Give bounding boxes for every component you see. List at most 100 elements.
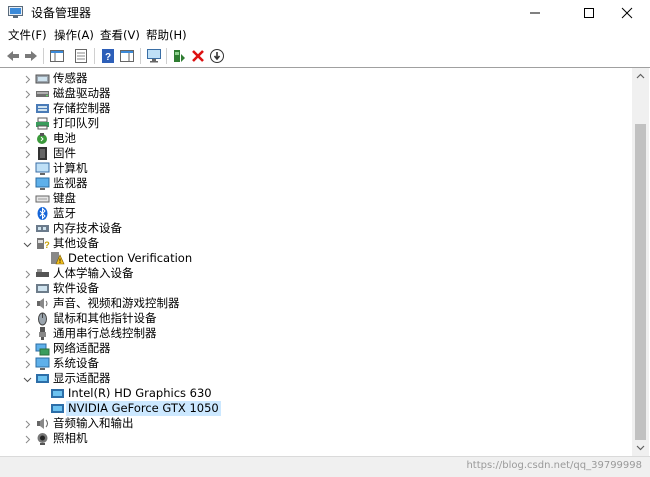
collapse-chevron-icon[interactable]	[23, 374, 32, 383]
device-item[interactable]: Intel(R) HD Graphics 630	[0, 386, 620, 401]
device-category[interactable]: 通用串行总线控制器	[0, 326, 620, 341]
update-driver-button[interactable]	[170, 47, 188, 65]
disable-device-icon	[210, 49, 224, 63]
forward-button[interactable]	[22, 47, 40, 65]
device-label: 监视器	[53, 176, 88, 190]
device-label: 传感器	[53, 71, 88, 85]
device-label: 网络适配器	[53, 341, 111, 355]
expand-chevron-icon[interactable]	[23, 299, 31, 309]
title-bar: 设备管理器	[0, 0, 650, 26]
collapse-chevron-icon[interactable]	[23, 239, 32, 248]
camera-icon	[35, 431, 50, 446]
expand-chevron-icon[interactable]	[23, 284, 31, 294]
back-button[interactable]	[4, 47, 22, 65]
device-label: 存储控制器	[53, 101, 111, 115]
properties-icon	[75, 49, 87, 63]
expand-chevron-icon[interactable]	[23, 224, 31, 234]
device-category[interactable]: 传感器	[0, 71, 620, 86]
device-label: 内存技术设备	[53, 221, 122, 235]
device-category[interactable]: 固件	[0, 146, 620, 161]
scan-hardware-button[interactable]	[145, 47, 163, 65]
expand-chevron-icon[interactable]	[23, 164, 31, 174]
device-category[interactable]: 磁盘驱动器	[0, 86, 620, 101]
device-item[interactable]: ! Detection Verification	[0, 251, 620, 266]
mouse-icon	[35, 311, 50, 326]
expand-chevron-icon[interactable]	[23, 269, 31, 279]
expand-chevron-icon[interactable]	[23, 209, 31, 219]
device-category[interactable]: 软件设备	[0, 281, 620, 296]
maximize-icon	[584, 8, 594, 18]
device-category[interactable]: 声音、视频和游戏控制器	[0, 296, 620, 311]
menu-help[interactable]: 帮助(H)	[146, 28, 187, 43]
usb-icon	[35, 326, 50, 341]
memory-device-icon	[35, 221, 50, 236]
expand-chevron-icon[interactable]	[23, 359, 31, 369]
device-label: 鼠标和其他指针设备	[53, 311, 157, 325]
device-category[interactable]: 计算机	[0, 161, 620, 176]
device-label: 计算机	[53, 161, 88, 175]
device-label: 人体学输入设备	[53, 266, 134, 280]
expand-chevron-icon[interactable]	[23, 344, 31, 354]
help-button[interactable]: ?	[99, 47, 117, 65]
device-category[interactable]: 键盘	[0, 191, 620, 206]
expand-chevron-icon[interactable]	[23, 179, 31, 189]
vertical-scrollbar[interactable]	[632, 68, 649, 456]
toolbar-separator	[140, 48, 141, 64]
action-pane-button[interactable]	[118, 47, 136, 65]
device-category[interactable]: 显示适配器	[0, 371, 620, 386]
disable-device-button[interactable]	[208, 47, 226, 65]
expand-chevron-icon[interactable]	[23, 134, 31, 144]
device-category[interactable]: 网络适配器	[0, 341, 620, 356]
expand-chevron-icon[interactable]	[23, 149, 31, 159]
minimize-button[interactable]	[512, 0, 558, 26]
device-category[interactable]: 电池	[0, 131, 620, 146]
close-button[interactable]	[604, 0, 650, 26]
device-category[interactable]: ? 其他设备	[0, 236, 620, 251]
scroll-down-arrow-icon	[636, 445, 645, 451]
menu-file[interactable]: 文件(F)	[8, 28, 47, 43]
device-label: Intel(R) HD Graphics 630	[68, 386, 212, 400]
scan-hardware-changes-icon	[147, 49, 161, 63]
expand-chevron-icon[interactable]	[23, 74, 31, 84]
help-icon: ?	[102, 49, 114, 63]
device-category[interactable]: 存储控制器	[0, 101, 620, 116]
properties-button[interactable]	[72, 47, 90, 65]
scroll-down-button[interactable]	[632, 439, 649, 456]
svg-text:?: ?	[44, 240, 50, 250]
svg-text:?: ?	[105, 52, 111, 63]
window-title: 设备管理器	[31, 6, 92, 20]
expand-chevron-icon[interactable]	[23, 314, 31, 324]
uninstall-device-button[interactable]	[189, 47, 207, 65]
device-category[interactable]: 人体学输入设备	[0, 266, 620, 281]
expand-chevron-icon[interactable]	[23, 104, 31, 114]
device-category[interactable]: 打印队列	[0, 116, 620, 131]
device-tree[interactable]: 传感器 磁盘驱动器 存储控制器 打印队列 电池 固件 计算机 监视器 键盘 蓝牙 内存技术设备? 其他…	[0, 68, 632, 456]
expand-chevron-icon[interactable]	[23, 329, 31, 339]
menu-action[interactable]: 操作(A)	[54, 28, 94, 43]
hid-icon	[35, 266, 50, 281]
scroll-up-button[interactable]	[632, 68, 649, 85]
battery-icon	[35, 131, 50, 146]
device-category[interactable]: 音频输入和输出	[0, 416, 620, 431]
menu-view[interactable]: 查看(V)	[100, 28, 140, 43]
expand-chevron-icon[interactable]	[23, 419, 31, 429]
device-category[interactable]: 监视器	[0, 176, 620, 191]
expand-chevron-icon[interactable]	[23, 89, 31, 99]
printer-icon	[35, 116, 50, 131]
close-icon	[621, 7, 633, 19]
device-category[interactable]: 蓝牙	[0, 206, 620, 221]
device-item[interactable]: NVIDIA GeForce GTX 1050	[0, 401, 620, 416]
expand-chevron-icon[interactable]	[23, 434, 31, 444]
disk-drive-icon	[35, 86, 50, 101]
show-hide-tree-button[interactable]	[48, 47, 66, 65]
device-label: NVIDIA GeForce GTX 1050	[66, 401, 221, 416]
network-adapter-icon	[35, 341, 50, 356]
expand-chevron-icon[interactable]	[23, 194, 31, 204]
device-category[interactable]: 系统设备	[0, 356, 620, 371]
uninstall-device-icon	[192, 50, 204, 62]
scrollbar-thumb[interactable]	[635, 124, 646, 440]
device-category[interactable]: 照相机	[0, 431, 620, 446]
device-category[interactable]: 内存技术设备	[0, 221, 620, 236]
device-category[interactable]: 鼠标和其他指针设备	[0, 311, 620, 326]
expand-chevron-icon[interactable]	[23, 119, 31, 129]
